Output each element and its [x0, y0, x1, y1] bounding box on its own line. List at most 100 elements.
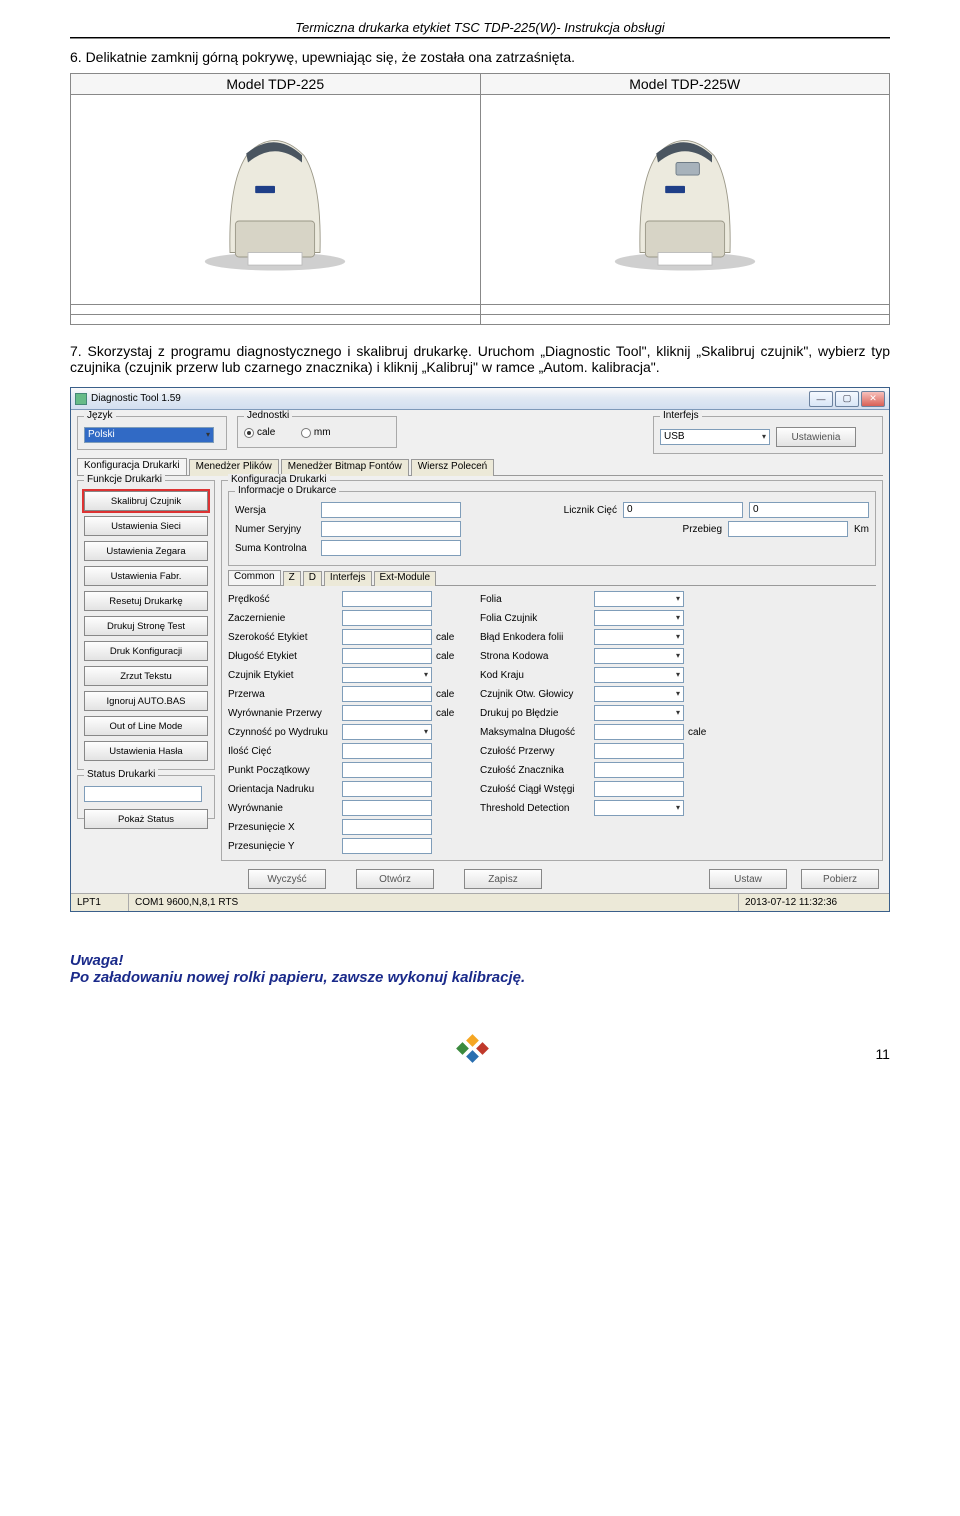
setting-label: Przerwa	[228, 689, 338, 700]
setting-input[interactable]	[594, 743, 684, 759]
setting-combo[interactable]: ▾	[594, 800, 684, 816]
setting-label: Strona Kodowa	[480, 651, 590, 662]
diagnostic-tool-window: Diagnostic Tool 1.59 — ▢ ✕ Język Polski▾…	[70, 387, 890, 912]
unit-km: Km	[854, 524, 869, 535]
setting-combo[interactable]: ▾	[594, 610, 684, 626]
setting-label: Czynność po Wydruku	[228, 727, 338, 738]
printer-info-title: Informacje o Drukarce	[235, 485, 339, 496]
setting-unit: cale	[688, 727, 716, 738]
get-button[interactable]: Pobierz	[801, 869, 879, 889]
setting-label: Czułość Ciągł Wstęgi	[480, 784, 590, 795]
col-header-1: Model TDP-225	[71, 74, 481, 95]
printer-functions-group: Funkcje Drukarki Skalibruj Czujnik Ustaw…	[77, 480, 215, 770]
language-combo[interactable]: Polski▾	[84, 427, 214, 443]
printer-status-title: Status Drukarki	[84, 769, 158, 780]
open-button[interactable]: Otwórz	[356, 869, 434, 889]
setting-combo[interactable]: ▾	[594, 648, 684, 664]
input-cuts-1[interactable]: 0	[623, 502, 743, 518]
setting-label: Prędkość	[228, 594, 338, 605]
setting-label: Orientacja Nadruku	[228, 784, 338, 795]
setting-input[interactable]	[342, 610, 432, 626]
set-button[interactable]: Ustaw	[709, 869, 787, 889]
setting-input[interactable]	[342, 629, 432, 645]
text-dump-button[interactable]: Zrzut Tekstu	[84, 666, 208, 686]
setting-input[interactable]	[342, 591, 432, 607]
language-group: Język Polski▾	[77, 416, 227, 450]
setting-input[interactable]	[342, 819, 432, 835]
header-rule	[70, 37, 890, 39]
input-mileage[interactable]	[728, 521, 848, 537]
bottom-button-bar: Wyczyść Otwórz Zapisz Ustaw Pobierz	[77, 869, 883, 889]
input-checksum[interactable]	[321, 540, 461, 556]
setting-input[interactable]	[342, 648, 432, 664]
setting-combo[interactable]: ▾	[594, 591, 684, 607]
setting-input[interactable]	[342, 762, 432, 778]
input-cuts-2[interactable]: 0	[749, 502, 869, 518]
factory-settings-button[interactable]: Ustawienia Fabr.	[84, 566, 208, 586]
setting-label: Czujnik Etykiet	[228, 670, 338, 681]
calibrate-sensor-button[interactable]: Skalibruj Czujnik	[84, 491, 208, 511]
units-radio-cale[interactable]: cale	[244, 427, 275, 438]
printer-config-group: Konfiguracja Drukarki Informacje o Druka…	[221, 480, 883, 861]
setting-label: Szerokość Etykiet	[228, 632, 338, 643]
setting-input[interactable]	[342, 686, 432, 702]
network-settings-button[interactable]: Ustawienia Sieci	[84, 516, 208, 536]
setting-input[interactable]	[594, 781, 684, 797]
interface-settings-button[interactable]: Ustawienia	[776, 427, 856, 447]
setting-combo[interactable]: ▾	[594, 686, 684, 702]
app-icon	[75, 393, 87, 405]
units-radio-mm[interactable]: mm	[301, 427, 331, 438]
step-7-text: 7. Skorzystaj z programu diagnostycznego…	[70, 343, 890, 375]
reset-printer-button[interactable]: Resetuj Drukarkę	[84, 591, 208, 611]
input-version[interactable]	[321, 502, 461, 518]
subtab-interface[interactable]: Interfejs	[324, 571, 372, 586]
setting-input[interactable]	[342, 800, 432, 816]
label-checksum: Suma Kontrolna	[235, 543, 315, 554]
tab-config[interactable]: Konfiguracja Drukarki	[77, 458, 187, 475]
subtab-common[interactable]: Common	[228, 570, 281, 585]
subtab-d[interactable]: D	[303, 571, 322, 586]
maximize-button[interactable]: ▢	[835, 391, 859, 407]
minimize-button[interactable]: —	[809, 391, 833, 407]
setting-label: Folia Czujnik	[480, 613, 590, 624]
subtab-ext-module[interactable]: Ext-Module	[374, 571, 437, 586]
setting-label: Folia	[480, 594, 590, 605]
status-display	[84, 786, 202, 802]
setting-input[interactable]	[594, 724, 684, 740]
show-status-button[interactable]: Pokaż Status	[84, 809, 208, 829]
close-button[interactable]: ✕	[861, 391, 885, 407]
clock-settings-button[interactable]: Ustawienia Zegara	[84, 541, 208, 561]
setting-input[interactable]	[342, 838, 432, 854]
setting-combo[interactable]: ▾	[594, 629, 684, 645]
setting-label: Zaczernienie	[228, 613, 338, 624]
setting-combo[interactable]: ▾	[594, 667, 684, 683]
printer-image-1	[71, 95, 481, 305]
password-settings-button[interactable]: Ustawienia Hasła	[84, 741, 208, 761]
window-titlebar[interactable]: Diagnostic Tool 1.59 — ▢ ✕	[71, 388, 889, 410]
setting-input[interactable]	[594, 762, 684, 778]
setting-label: Przesunięcie X	[228, 822, 338, 833]
print-test-page-button[interactable]: Drukuj Stronę Test	[84, 616, 208, 636]
setting-combo[interactable]: ▾	[342, 667, 432, 683]
status-datetime: 2013-07-12 11:32:36	[739, 894, 889, 911]
input-serial[interactable]	[321, 521, 461, 537]
out-of-line-button[interactable]: Out of Line Mode	[84, 716, 208, 736]
printer-models-table: Model TDP-225 Model TDP-225W	[70, 73, 890, 325]
tab-command-line[interactable]: Wiersz Poleceń	[411, 459, 494, 476]
setting-combo[interactable]: ▾	[594, 705, 684, 721]
interface-combo[interactable]: USB▾	[660, 429, 770, 445]
setting-combo[interactable]: ▾	[342, 724, 432, 740]
setting-input[interactable]	[342, 705, 432, 721]
setting-input[interactable]	[342, 781, 432, 797]
clear-button[interactable]: Wyczyść	[248, 869, 326, 889]
setting-unit: cale	[436, 651, 476, 662]
label-serial: Numer Seryjny	[235, 524, 315, 535]
ignore-autobas-button[interactable]: Ignoruj AUTO.BAS	[84, 691, 208, 711]
print-config-button[interactable]: Druk Konfiguracji	[84, 641, 208, 661]
save-button[interactable]: Zapisz	[464, 869, 542, 889]
setting-label: Maksymalna Długość	[480, 727, 590, 738]
subtab-z[interactable]: Z	[283, 571, 301, 586]
setting-label: Błąd Enkodera folii	[480, 632, 590, 643]
setting-input[interactable]	[342, 743, 432, 759]
warning-text: Po załadowaniu nowej rolki papieru, zaws…	[70, 969, 890, 986]
